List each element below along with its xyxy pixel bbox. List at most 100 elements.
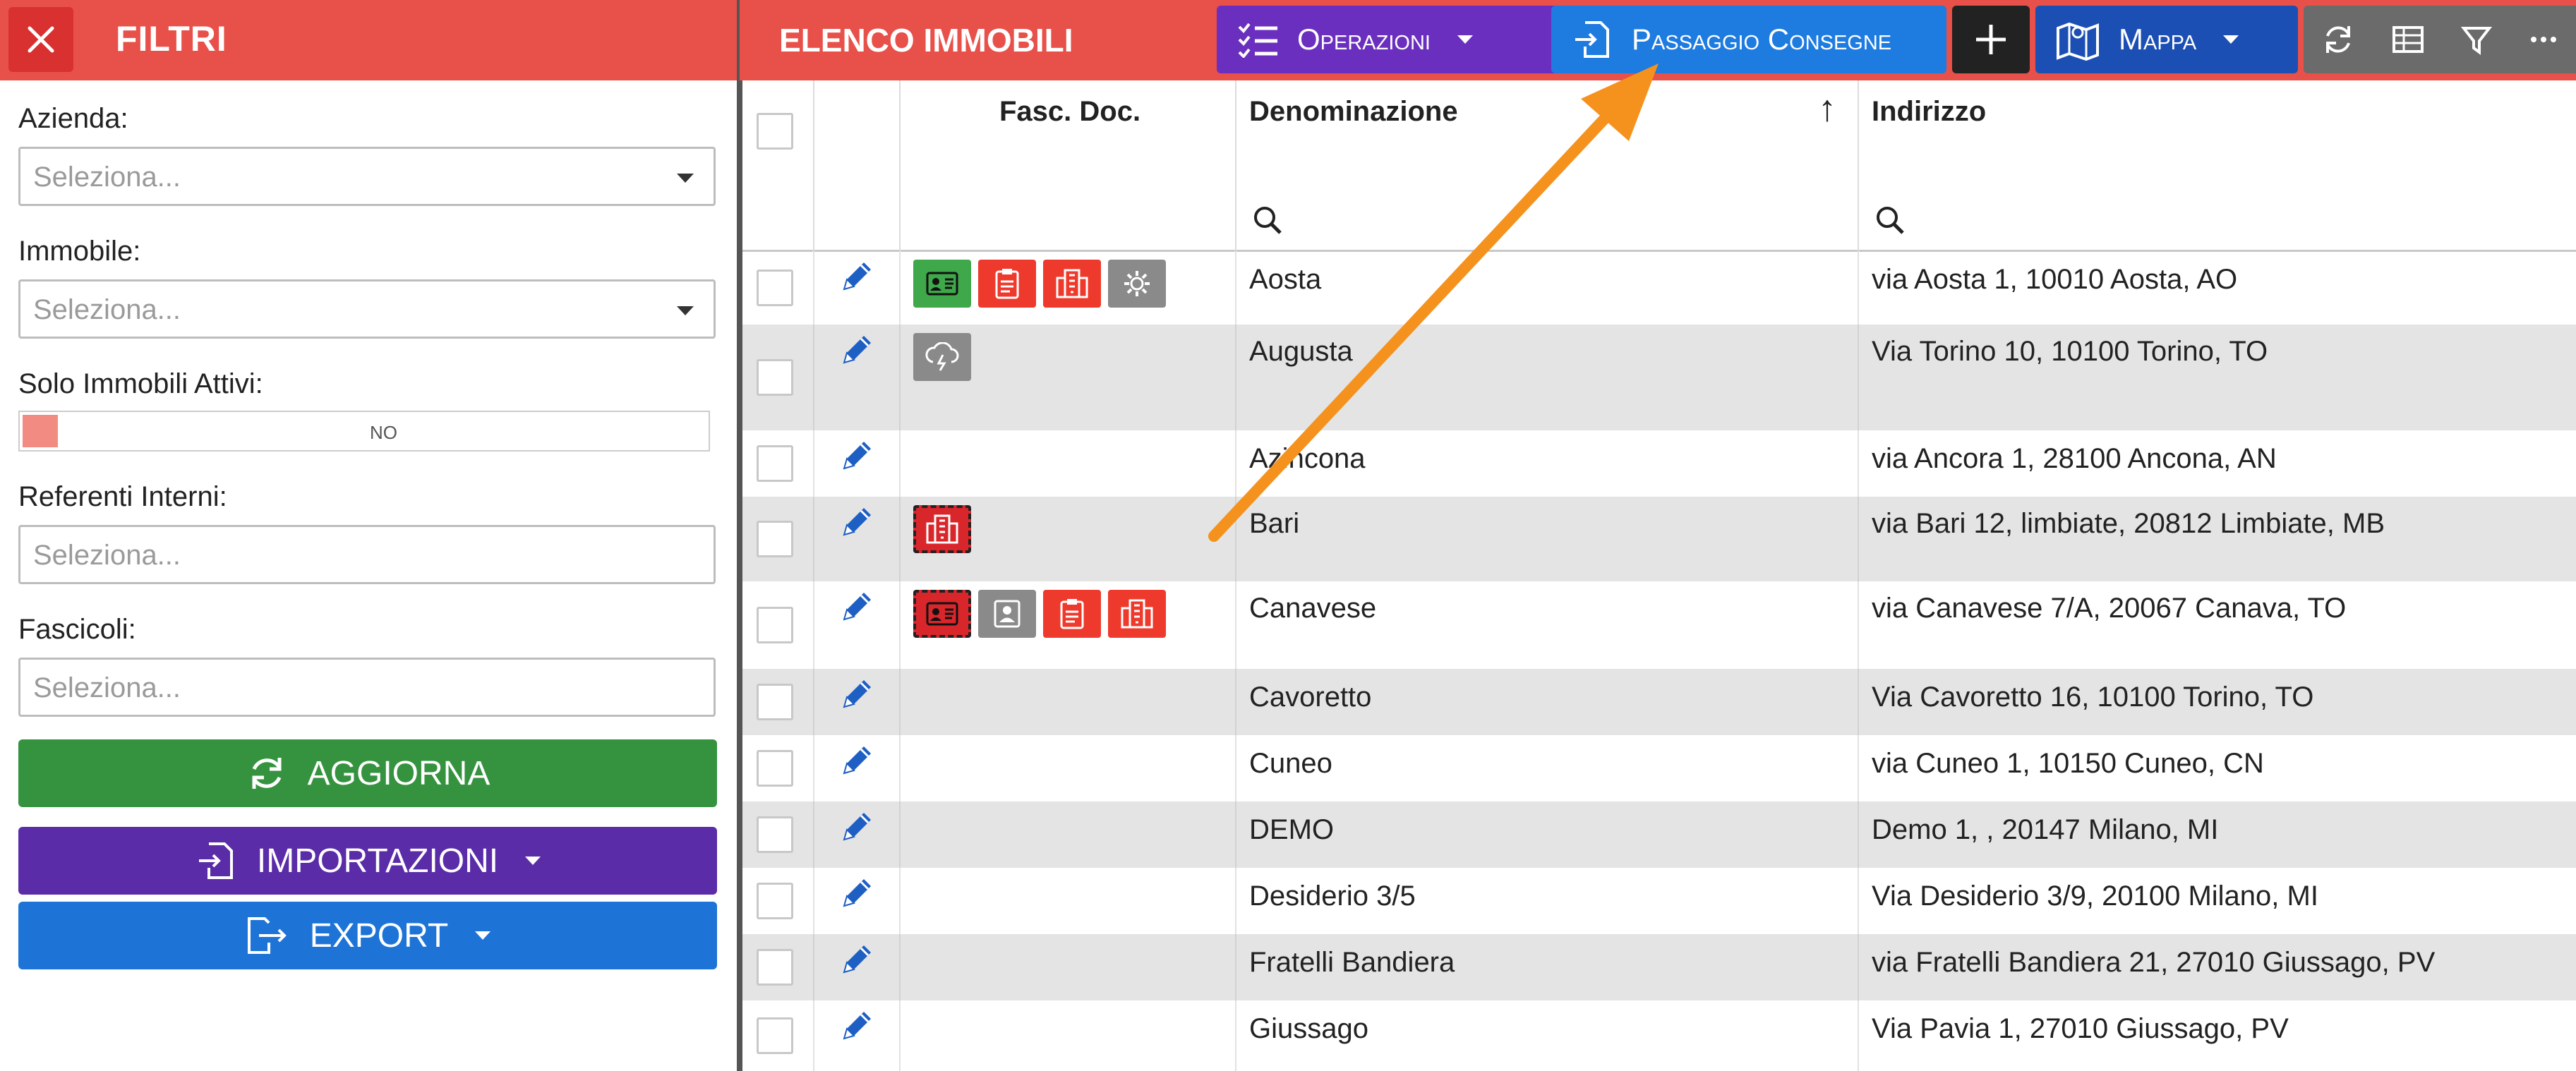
pencil-icon[interactable] [837,807,877,847]
cell-indirizzo: Demo 1, , 20147 Milano, MI [1872,814,2219,845]
clipboard-icon[interactable] [1043,590,1101,638]
row-checkbox[interactable] [757,1017,793,1054]
refresh-icon [252,758,282,789]
fascicoli-select[interactable]: Seleziona... [18,658,716,717]
azienda-placeholder: Seleziona... [33,162,181,193]
row-checkbox[interactable] [757,359,793,396]
cell-denominazione: Fratelli Bandiera [1249,947,1455,978]
sign-in-icon [1575,21,1609,58]
pencil-icon[interactable] [837,1006,877,1046]
mappa-label: Mappa [2119,23,2197,56]
chevron-down-icon [525,857,541,865]
fascicoli-label: Fascicoli: [18,614,136,645]
pencil-icon[interactable] [837,940,877,979]
sort-asc-icon[interactable]: ↑ [1818,87,1836,130]
person-icon[interactable] [978,590,1036,638]
pencil-icon[interactable] [837,587,877,627]
importazioni-label: IMPORTAZIONI [256,842,499,880]
solo-attivi-toggle[interactable]: NO [18,411,710,452]
toggle-state-label: NO [370,422,397,443]
close-filter-button[interactable] [8,7,73,72]
table-row[interactable] [740,1000,2576,1071]
id-card-icon[interactable] [913,590,971,638]
cell-indirizzo: Via Cavoretto 16, 10100 Torino, TO [1872,682,2314,713]
row-checkbox[interactable] [757,750,793,787]
azienda-select[interactable]: Seleziona... [18,147,716,206]
cell-indirizzo: Via Desiderio 3/9, 20100 Milano, MI [1872,881,2318,912]
filter-panel: FILTRI Azienda: Seleziona... Immobile: S… [0,0,740,1071]
chevron-down-icon [677,306,694,315]
cloud-lightning-icon[interactable] [913,333,971,381]
plus-icon [1976,25,2006,54]
cell-indirizzo: via Aosta 1, 10010 Aosta, AO [1872,264,2238,295]
filter-icon[interactable] [2461,24,2493,55]
table-tools [2304,6,2576,73]
building-icon[interactable] [1108,590,1166,638]
pencil-icon[interactable] [837,257,877,296]
map-icon [2057,22,2099,61]
export-button[interactable]: EXPORT [18,902,717,969]
filter-header: FILTRI [0,0,737,80]
close-icon [28,26,54,53]
azienda-label: Azienda: [18,103,128,134]
import-icon [198,842,233,879]
cell-denominazione: Giussago [1249,1013,1368,1044]
passaggio-consegne-label: Passaggio Consegne [1632,23,1892,56]
page-title: ELENCO IMMOBILI [779,22,1073,59]
export-icon [247,917,287,954]
pencil-icon[interactable] [837,502,877,542]
cell-denominazione: Cavoretto [1249,682,1372,713]
row-checkbox[interactable] [757,684,793,720]
row-checkbox[interactable] [757,445,793,482]
cell-indirizzo: via Fratelli Bandiera 21, 27010 Giussago… [1872,947,2436,978]
chevron-down-icon [677,174,694,183]
table-icon[interactable] [2392,25,2424,54]
mappa-button[interactable]: Mappa [2035,6,2298,73]
pencil-icon[interactable] [837,436,877,476]
importazioni-button[interactable]: IMPORTAZIONI [18,827,717,895]
referenti-label: Referenti Interni: [18,481,227,512]
building-icon[interactable] [1043,260,1101,308]
pencil-icon[interactable] [837,873,877,913]
export-label: EXPORT [309,916,449,955]
add-button[interactable] [1952,6,2030,73]
annotation-arrow [1208,63,1659,542]
refresh-icon[interactable] [2322,23,2354,56]
gear-icon[interactable] [1108,260,1166,308]
chevron-down-icon [2223,35,2239,44]
row-checkbox[interactable] [757,270,793,306]
table-row[interactable] [740,801,2576,868]
cell-indirizzo: Via Pavia 1, 27010 Giussago, PV [1872,1013,2289,1044]
immobile-select[interactable]: Seleziona... [18,279,716,339]
cell-denominazione: Cuneo [1249,748,1332,779]
operazioni-label: Operazioni [1297,23,1431,56]
cell-denominazione: DEMO [1249,814,1334,845]
id-card-icon[interactable] [913,260,971,308]
header-indirizzo[interactable]: Indirizzo [1872,96,1986,128]
select-all-checkbox[interactable] [757,113,793,150]
building-icon[interactable] [913,505,971,553]
table-row[interactable] [740,735,2576,801]
pencil-icon[interactable] [837,330,877,370]
referenti-placeholder: Seleziona... [33,540,181,571]
aggiorna-button[interactable]: AGGIORNA [18,739,717,807]
chevron-down-icon [475,931,491,940]
pencil-icon[interactable] [837,741,877,780]
pencil-icon[interactable] [837,674,877,714]
aggiorna-label: AGGIORNA [307,754,490,792]
cell-indirizzo: via Bari 12, limbiate, 20812 Limbiate, M… [1872,508,2385,539]
filter-title: FILTRI [116,19,227,59]
cell-indirizzo: via Canavese 7/A, 20067 Canava, TO [1872,593,2347,624]
row-checkbox[interactable] [757,521,793,557]
search-icon[interactable] [1874,205,1906,236]
row-checkbox[interactable] [757,883,793,919]
row-checkbox[interactable] [757,607,793,643]
immobile-placeholder: Seleziona... [33,294,181,325]
clipboard-icon[interactable] [978,260,1036,308]
more-icon[interactable] [2529,35,2558,44]
row-checkbox[interactable] [757,949,793,986]
row-checkbox[interactable] [757,816,793,853]
header-fasc-doc: Fasc. Doc. [999,96,1141,127]
cell-denominazione: Canavese [1249,593,1377,624]
referenti-select[interactable]: Seleziona... [18,525,716,584]
